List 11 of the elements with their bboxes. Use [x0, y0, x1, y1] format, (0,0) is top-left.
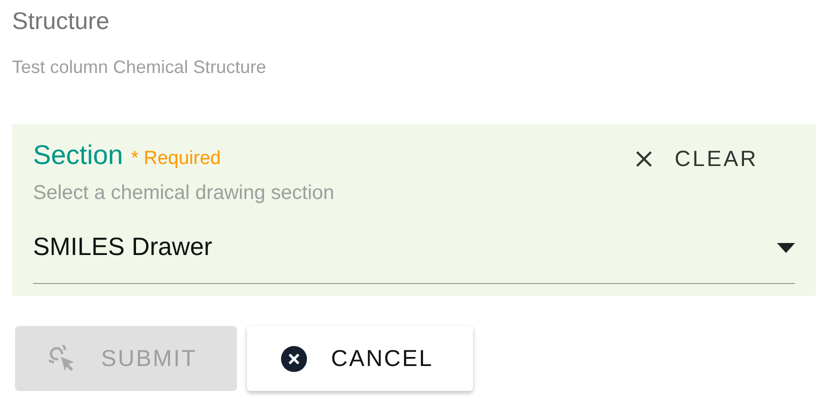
cancel-button[interactable]: CANCEL	[247, 326, 473, 391]
section-select[interactable]: SMILES Drawer	[33, 221, 795, 284]
form-title: Structure	[12, 8, 110, 36]
close-icon	[634, 150, 653, 168]
field-label: Section	[33, 140, 124, 170]
form-description: Test column Chemical Structure	[12, 57, 266, 78]
dropdown-caret-icon	[777, 242, 795, 252]
close-circle-icon	[281, 346, 307, 372]
required-label: * Required	[131, 148, 221, 170]
field-hint: Select a chemical drawing section	[33, 182, 334, 205]
clear-button[interactable]: CLEAR	[626, 140, 795, 178]
